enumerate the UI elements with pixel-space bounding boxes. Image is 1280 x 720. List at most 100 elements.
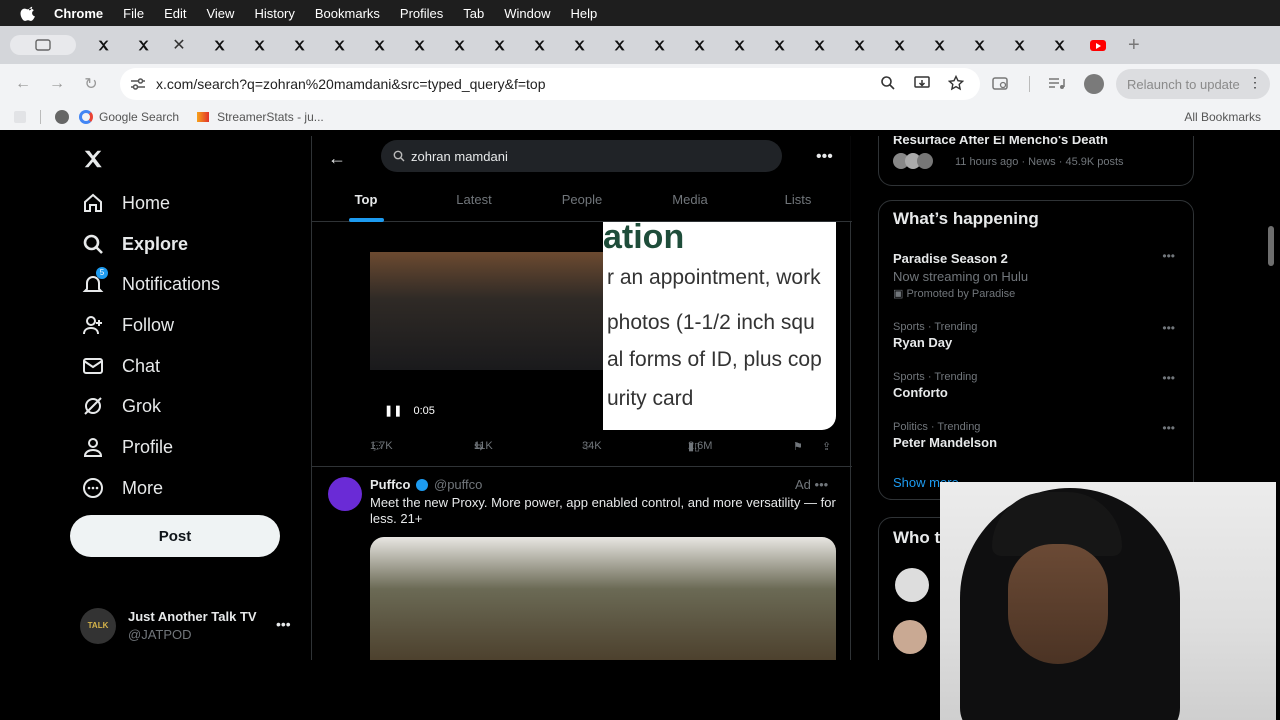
tab-lists[interactable]: Lists <box>744 188 852 222</box>
new-tab-button[interactable]: + <box>1128 34 1140 57</box>
profile-avatar-icon[interactable] <box>1084 74 1104 94</box>
page-scrollbar[interactable] <box>1268 226 1274 266</box>
tab-x[interactable] <box>806 32 832 58</box>
ad-tweet[interactable]: Puffco @puffco Ad ••• Meet the new Proxy… <box>312 467 852 660</box>
tab-x[interactable] <box>966 32 992 58</box>
tab-x[interactable] <box>726 32 752 58</box>
chrome-menu-icon[interactable]: ⋮ <box>1248 74 1262 91</box>
nav-chat[interactable]: Chat <box>82 352 160 380</box>
tab-latest[interactable]: Latest <box>420 188 528 222</box>
tab-search-icon-tab[interactable] <box>10 35 76 55</box>
bookmark-star-icon[interactable] <box>947 74 965 91</box>
tab-x[interactable] <box>1046 32 1072 58</box>
trend-more-icon[interactable]: ••• <box>1162 321 1175 335</box>
zoom-icon[interactable] <box>880 75 896 91</box>
bookmark-streamerstats[interactable]: StreamerStats - ju... <box>197 110 324 124</box>
tab-x[interactable] <box>526 32 552 58</box>
news-trend-card[interactable]: Resurface After El Mencho's Death 11 hou… <box>878 136 1194 186</box>
ad-handle[interactable]: @puffco <box>434 477 482 492</box>
menu-bookmarks[interactable]: Bookmarks <box>315 6 380 21</box>
menu-profiles[interactable]: Profiles <box>400 6 443 21</box>
menu-view[interactable]: View <box>206 6 234 21</box>
apps-icon[interactable] <box>14 111 26 123</box>
trend-more-icon[interactable]: ••• <box>1162 371 1175 385</box>
nav-more[interactable]: More <box>82 474 163 502</box>
address-bar[interactable]: x.com/search?q=zohran%20mamdani&src=type… <box>120 68 980 100</box>
tab-x[interactable] <box>486 32 512 58</box>
tab-x[interactable] <box>446 32 472 58</box>
tab-x[interactable] <box>926 32 952 58</box>
tab-x[interactable] <box>846 32 872 58</box>
account-more-icon[interactable]: ••• <box>276 616 291 632</box>
tab-x[interactable] <box>566 32 592 58</box>
trend-item[interactable]: Paradise Season 2 Now streaming on Hulu … <box>893 249 1183 300</box>
bookmark-icon[interactable]: ⚑ <box>793 440 803 453</box>
tab-people[interactable]: People <box>528 188 636 222</box>
tab-close-icon[interactable]: ✕ <box>170 36 188 54</box>
tab-x[interactable] <box>206 32 232 58</box>
tab-top[interactable]: Top <box>312 188 420 222</box>
trend-more-icon[interactable]: ••• <box>1162 421 1175 435</box>
all-bookmarks[interactable]: All Bookmarks <box>1184 110 1261 124</box>
ad-image[interactable] <box>370 537 836 660</box>
tab-x[interactable] <box>686 32 712 58</box>
search-options-icon[interactable]: ••• <box>816 148 833 166</box>
menu-tab[interactable]: Tab <box>463 6 484 21</box>
tab-search-icon[interactable] <box>992 76 1010 92</box>
site-settings-icon[interactable] <box>130 77 146 91</box>
menu-file[interactable]: File <box>123 6 144 21</box>
install-app-icon[interactable] <box>914 75 930 91</box>
trend-item[interactable]: Sports · Trending Ryan Day ••• <box>893 321 1183 350</box>
puffco-avatar[interactable] <box>328 477 362 511</box>
back-arrow-icon[interactable]: ← <box>328 148 346 169</box>
menu-history[interactable]: History <box>254 6 294 21</box>
bookmark-google-search[interactable]: Google Search <box>79 110 179 124</box>
nav-grok[interactable]: Grok <box>82 392 161 420</box>
menu-window[interactable]: Window <box>504 6 550 21</box>
tab-x[interactable] <box>886 32 912 58</box>
tab-x[interactable] <box>286 32 312 58</box>
avatar[interactable] <box>895 568 929 602</box>
media-controls-icon[interactable] <box>1048 76 1066 92</box>
post-button[interactable]: Post <box>70 515 280 557</box>
youtube-tab-icon[interactable] <box>1090 39 1106 51</box>
ad-more-icon[interactable]: ••• <box>815 477 829 492</box>
tab-x[interactable] <box>130 32 156 58</box>
tweet-video[interactable]: ation r an appointment, work photos (1-1… <box>370 222 836 430</box>
nav-profile[interactable]: Profile <box>82 433 173 461</box>
x-logo-icon[interactable] <box>82 148 104 170</box>
reload-icon[interactable]: ↻ <box>80 73 102 95</box>
nav-explore[interactable]: Explore <box>82 230 188 258</box>
trend-item[interactable]: Sports · Trending Conforto ••• <box>893 371 1183 400</box>
url-text[interactable]: x.com/search?q=zohran%20mamdani&src=type… <box>156 76 546 92</box>
tab-x[interactable] <box>406 32 432 58</box>
globe-icon[interactable] <box>55 110 69 124</box>
tab-x[interactable] <box>366 32 392 58</box>
search-input[interactable]: zohran mamdani <box>381 140 782 172</box>
tab-x[interactable] <box>606 32 632 58</box>
nav-home[interactable]: Home <box>82 189 170 217</box>
forward-arrow-icon[interactable]: → <box>46 73 68 95</box>
share-icon[interactable]: ⇪ <box>822 440 831 453</box>
menu-edit[interactable]: Edit <box>164 6 186 21</box>
tab-x[interactable] <box>326 32 352 58</box>
trend-more-icon[interactable]: ••• <box>1162 249 1175 263</box>
ad-name[interactable]: Puffco <box>370 477 410 492</box>
menu-app-name[interactable]: Chrome <box>54 6 103 21</box>
relaunch-button[interactable]: Relaunch to update ⋮ <box>1116 69 1270 99</box>
account-switcher[interactable]: TALK Just Another Talk TV @JATPOD ••• <box>80 608 300 644</box>
back-arrow-icon[interactable]: ← <box>12 73 34 95</box>
tab-x[interactable] <box>246 32 272 58</box>
nav-follow[interactable]: Follow <box>82 311 174 339</box>
tab-x[interactable] <box>646 32 672 58</box>
apple-icon[interactable] <box>20 4 38 22</box>
pause-icon[interactable]: ❚❚ <box>384 405 402 417</box>
avatar[interactable] <box>893 620 927 654</box>
tab-x[interactable] <box>1006 32 1032 58</box>
tab-x[interactable] <box>766 32 792 58</box>
menu-help[interactable]: Help <box>571 6 598 21</box>
tab-x[interactable] <box>90 32 116 58</box>
nav-notifications[interactable]: 5 Notifications <box>82 267 220 298</box>
tab-media[interactable]: Media <box>636 188 744 222</box>
trend-item[interactable]: Politics · Trending Peter Mandelson ••• <box>893 421 1183 450</box>
